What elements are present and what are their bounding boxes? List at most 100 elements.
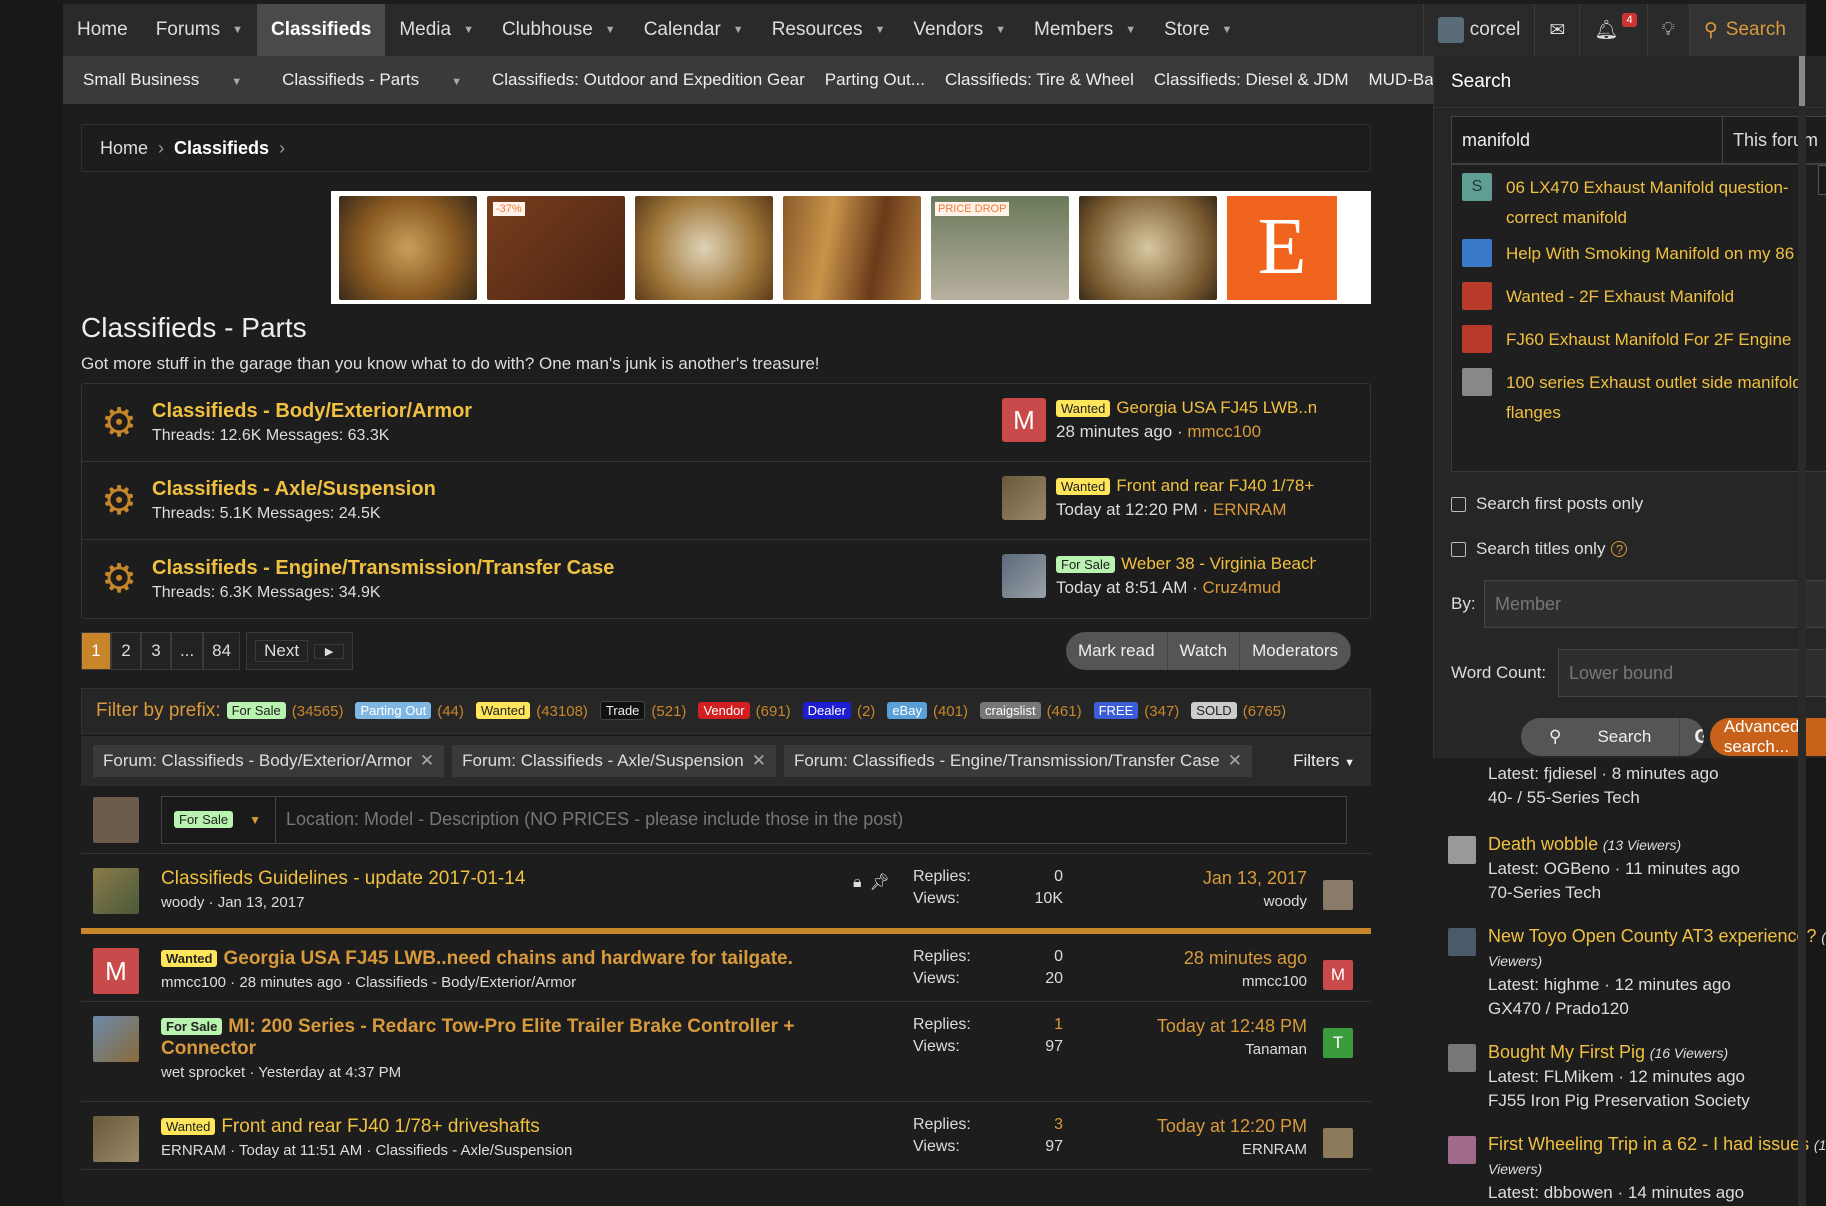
latest-user-link[interactable]: Cruz4mud [1202, 578, 1280, 597]
latest-thread-link[interactable]: Georgia USA FJ45 LWB..nee... [1116, 398, 1316, 417]
advertisement-banner[interactable]: -37% PRICE DROP E [331, 191, 1371, 304]
scrollbar[interactable] [1798, 56, 1806, 1206]
avatar[interactable] [1448, 928, 1476, 956]
nav-forums[interactable]: Forums ▼ [142, 4, 257, 56]
chevron-down-icon[interactable]: ▼ [232, 24, 243, 36]
latest-user-link[interactable]: mmcc100 [1187, 422, 1261, 441]
avatar[interactable] [1323, 880, 1353, 910]
subnav-parting-out[interactable]: Parting Out... [815, 70, 935, 90]
filter-vendor[interactable]: Vendor (691) [698, 700, 796, 722]
thread-title[interactable]: MI: 200 Series - Redarc Tow-Pro Elite Tr… [161, 1016, 794, 1059]
thread-title[interactable]: Georgia USA FJ45 LWB..need chains and ha… [223, 948, 792, 969]
lightbulb-icon[interactable]: 💡︎ [1646, 4, 1689, 56]
last-post-user[interactable]: mmcc100 [1184, 973, 1307, 990]
last-post-date[interactable]: Today at 12:20 PM [1157, 1116, 1307, 1137]
chevron-down-icon[interactable]: ▼ [995, 24, 1006, 36]
chevron-down-icon[interactable]: ▼ [875, 24, 886, 36]
watch-button[interactable]: Watch [1168, 632, 1241, 670]
sidebar-thread-title[interactable]: Death wobble [1488, 834, 1598, 854]
subforum-title[interactable]: Classifieds - Axle/Suspension [152, 478, 436, 501]
forum-line[interactable]: 40- / 55-Series Tech [1488, 786, 1826, 810]
chevron-down-icon[interactable]: ▼ [733, 24, 744, 36]
sidebar-thread-title[interactable]: First Wheeling Trip in a 62 - I had issu… [1488, 1134, 1809, 1154]
subnav-diesel-jdm[interactable]: Classifieds: Diesel & JDM [1144, 70, 1359, 90]
active-filter-chip[interactable]: Forum: Classifieds - Axle/Suspension ✕ [452, 745, 776, 777]
page-84[interactable]: 84 [203, 632, 241, 670]
avatar[interactable] [1448, 836, 1476, 864]
filter-craigslist[interactable]: craigslist (461) [979, 700, 1088, 722]
avatar[interactable]: M [1002, 398, 1046, 442]
avatar[interactable]: T [1323, 1028, 1353, 1058]
quick-thread-input[interactable]: For Sale ▼ Location: Model - Description … [161, 795, 1347, 844]
nav-resources[interactable]: Resources ▼ [758, 4, 900, 56]
filter-for-sale[interactable]: For Sale (34565) [226, 700, 350, 722]
last-post-date[interactable]: 28 minutes ago [1184, 948, 1307, 969]
sidebar-thread-title[interactable]: New Toyo Open County AT3 experience? [1488, 926, 1817, 946]
subnav-tire-wheel[interactable]: Classifieds: Tire & Wheel [935, 70, 1144, 90]
search-nav-button[interactable]: ⚲ Search [1688, 4, 1806, 56]
search-scope-select[interactable]: This forum⇕ [1722, 117, 1826, 163]
ad-image-round-table[interactable] [339, 195, 477, 300]
inbox-icon[interactable]: ✉ [1534, 4, 1579, 56]
moderators-button[interactable]: Moderators [1240, 632, 1352, 670]
scrollbar-thumb[interactable] [1799, 56, 1805, 106]
help-icon[interactable]: ? [1611, 541, 1628, 557]
ad-image-centerpiece[interactable]: PRICE DROP [931, 195, 1069, 300]
page-2[interactable]: 2 [111, 632, 141, 670]
nav-clubhouse[interactable]: Clubhouse ▼ [488, 4, 630, 56]
filter-trade[interactable]: Trade (521) [599, 700, 693, 722]
chevron-down-icon[interactable]: ▼ [221, 76, 252, 88]
filters-menu-button[interactable]: Filters ▼ [1293, 751, 1355, 771]
etsy-logo[interactable]: E [1227, 195, 1337, 300]
user-menu[interactable]: corcel [1422, 4, 1535, 56]
latest-thread-link[interactable]: Weber 38 - Virginia Beach [1121, 554, 1316, 573]
suggestion-item[interactable]: 100 series Exhaust outlet side manifold … [1462, 368, 1826, 428]
ad-image-tray[interactable]: -37% [487, 195, 625, 300]
nav-calendar[interactable]: Calendar ▼ [630, 4, 758, 56]
chevron-down-icon[interactable]: ▼ [1222, 24, 1233, 36]
next-page-button[interactable]: Next ▶ [246, 632, 354, 670]
ad-image-wood-table[interactable] [783, 195, 921, 300]
search-input[interactable]: manifold [1452, 117, 1722, 163]
active-filter-chip[interactable]: Forum: Classifieds - Body/Exterior/Armor… [93, 745, 445, 777]
latest-user-link[interactable]: ERNRAM [1213, 500, 1287, 519]
close-icon[interactable]: ✕ [420, 751, 434, 770]
prefix-selector[interactable]: For Sale ▼ [162, 796, 276, 843]
latest-thread-link[interactable]: Front and rear FJ40 1/78+ d... [1116, 476, 1316, 495]
suggestion-item[interactable]: Help With Smoking Manifold on my 86 [1462, 239, 1826, 269]
nav-vendors[interactable]: Vendors ▼ [899, 4, 1020, 56]
subnav-small-business[interactable]: Small Business ▼ [63, 70, 262, 90]
chevron-down-icon[interactable]: ▼ [441, 76, 472, 88]
suggestion-item[interactable]: FJ60 Exhaust Manifold For 2F Engine [1462, 325, 1826, 355]
avatar[interactable] [93, 1116, 139, 1162]
last-post-date[interactable]: Jan 13, 2017 [1203, 868, 1307, 889]
suggestion-item[interactable]: Wanted - 2F Exhaust Manifold [1462, 282, 1826, 312]
close-icon[interactable]: ✕ [752, 751, 766, 770]
nav-members[interactable]: Members ▼ [1020, 4, 1150, 56]
filter-sold[interactable]: SOLD (6765) [1191, 700, 1292, 722]
nav-store[interactable]: Store ▼ [1150, 4, 1246, 56]
breadcrumb-classifieds[interactable]: Classifieds [174, 138, 269, 159]
thread-title[interactable]: Classifieds Guidelines - update 2017-01-… [161, 868, 891, 890]
subforum-title[interactable]: Classifieds - Engine/Transmission/Transf… [152, 557, 614, 580]
subnav-outdoor-gear[interactable]: Classifieds: Outdoor and Expedition Gear [482, 70, 815, 90]
close-icon[interactable]: ✕ [1228, 751, 1242, 770]
last-post-user[interactable]: ERNRAM [1157, 1141, 1307, 1158]
google-search-button[interactable]: G [1679, 718, 1704, 756]
breadcrumb-home[interactable]: Home [100, 138, 148, 159]
mark-read-button[interactable]: Mark read [1066, 632, 1168, 670]
avatar[interactable] [1448, 1136, 1476, 1164]
ad-image-octagon-tray[interactable] [635, 195, 773, 300]
sidebar-thread-title[interactable]: Bought My First Pig [1488, 1042, 1645, 1062]
avatar[interactable] [1323, 1128, 1353, 1158]
avatar[interactable] [1002, 554, 1046, 598]
avatar[interactable]: M [1323, 960, 1353, 990]
avatar[interactable]: M [93, 948, 139, 994]
titles-only-checkbox[interactable]: Search titles only? [1451, 539, 1628, 559]
active-filter-chip[interactable]: Forum: Classifieds - Engine/Transmission… [783, 745, 1252, 777]
avatar[interactable] [93, 1016, 139, 1062]
nav-home[interactable]: Home [63, 4, 142, 56]
filter-dealer[interactable]: Dealer (2) [802, 700, 882, 722]
last-post-user[interactable]: woody [1203, 893, 1307, 910]
filter-wanted[interactable]: Wanted (43108) [475, 700, 594, 722]
